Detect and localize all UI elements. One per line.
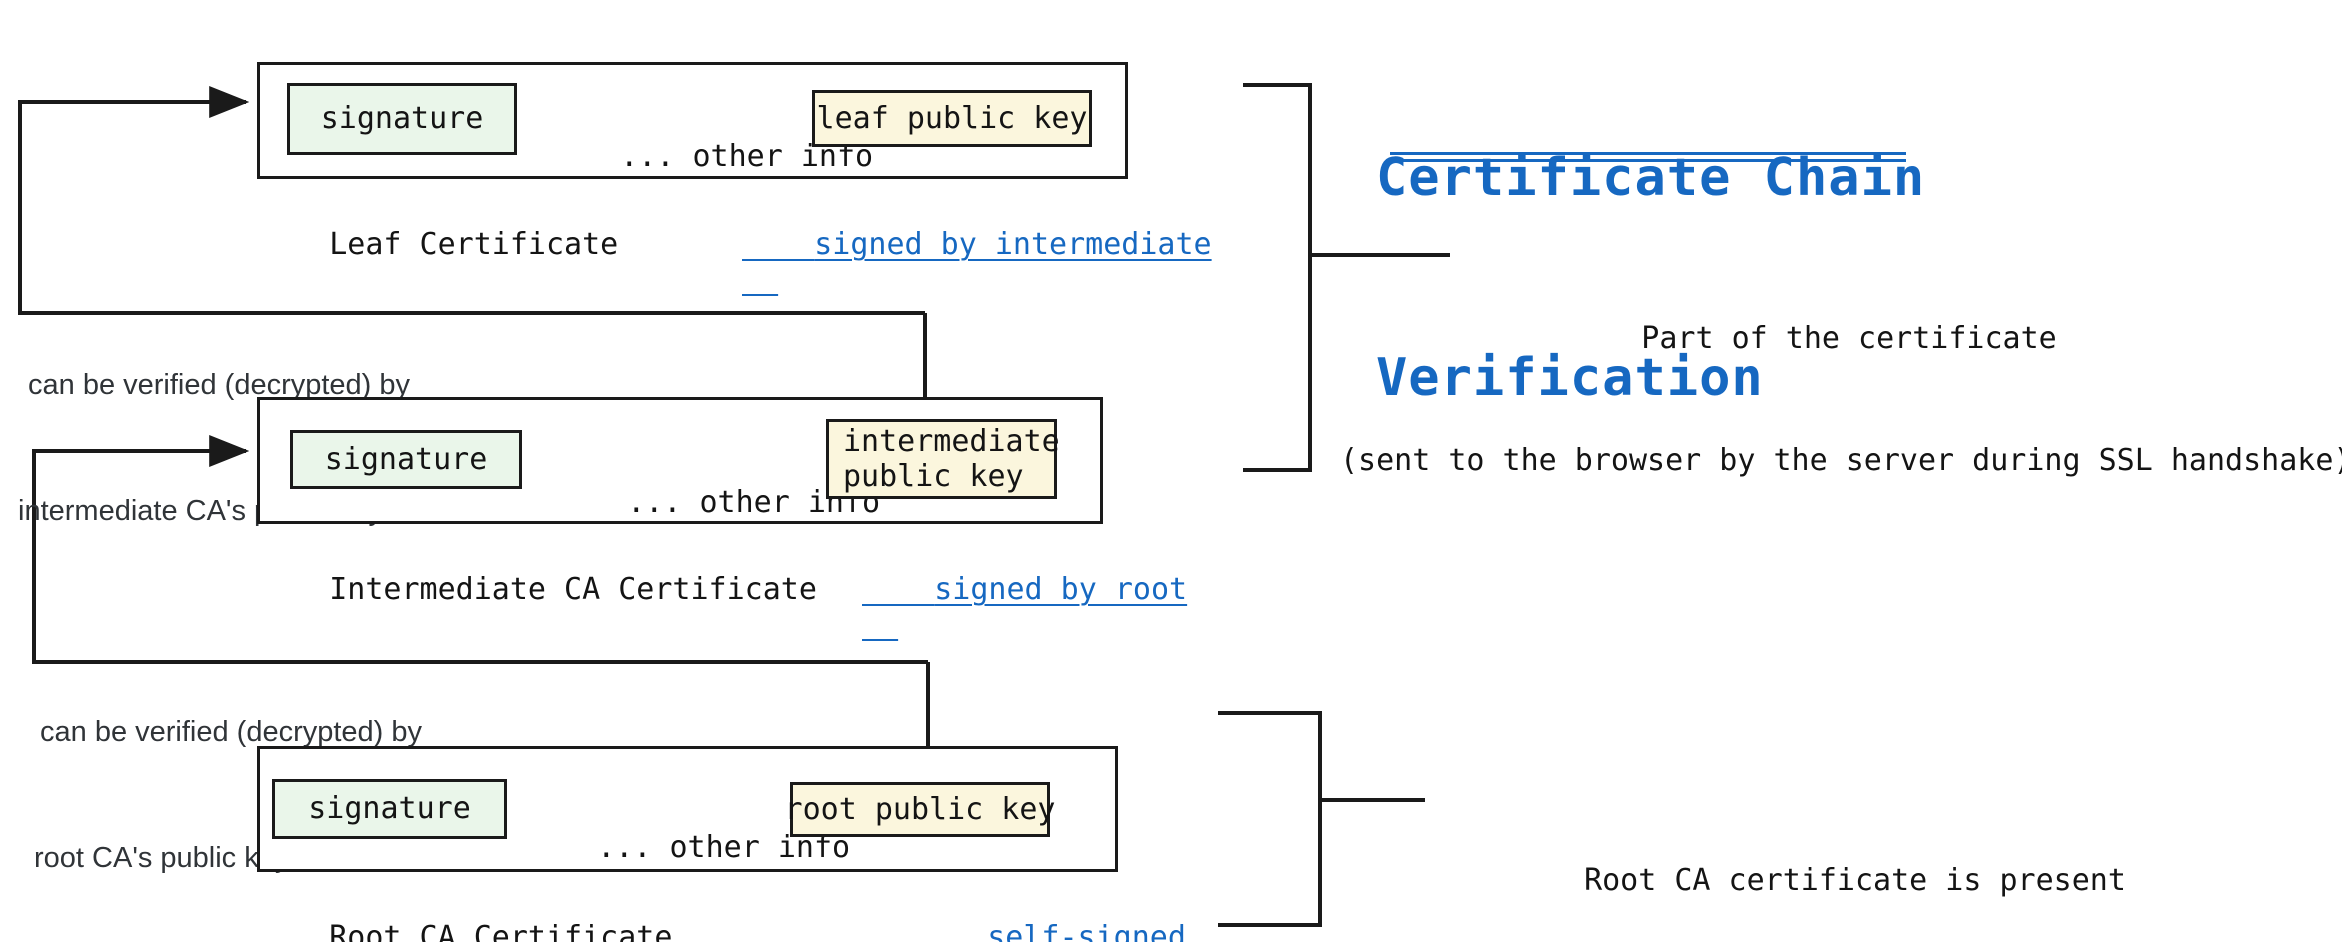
- part-of-certificate-line-2: (sent to the browser by the server durin…: [1340, 442, 2342, 478]
- part-of-certificate-annotation: Part of the certificate (sent to the bro…: [1340, 238, 2342, 562]
- root-signature-label: signature: [308, 791, 471, 827]
- leaf-public-key-label: leaf public key: [816, 100, 1088, 136]
- intermediate-signed-by-link-text: signed by root: [934, 572, 1188, 607]
- leaf-public-key-field: leaf public key: [812, 90, 1092, 147]
- leaf-signature-field: signature: [287, 83, 517, 155]
- root-certificate-caption: Root CA Certificate: [257, 885, 672, 942]
- part-of-certificate-line-1: Part of the certificate: [1641, 321, 2057, 356]
- root-public-key-field: root public key: [785, 782, 1055, 837]
- page-title-underline: [1390, 152, 1906, 162]
- leaf-signed-by-link[interactable]: signed by intermediate: [742, 192, 1212, 297]
- root-signature-field: signature: [272, 779, 507, 839]
- intermediate-public-key-field: intermediate public key: [826, 419, 1060, 499]
- root-signed-link-text: self-signed: [987, 920, 1186, 942]
- leaf-signature-label: signature: [320, 101, 484, 137]
- bracket-part-of-certificate: [1243, 83, 1312, 472]
- intermediate-public-key-line-1: intermediate: [843, 423, 1060, 459]
- intermediate-caption-text: Intermediate CA Certificate: [329, 572, 817, 607]
- intermediate-signature-field: signature: [290, 430, 522, 489]
- leaf-caption-text: Leaf Certificate: [329, 227, 619, 262]
- bracket-root-in-browser: [1218, 711, 1322, 927]
- root-in-browser-annotation: Root CA certificate is present in the cl…: [1440, 780, 2270, 942]
- root-public-key-label: root public key: [784, 791, 1056, 827]
- root-signed-link[interactable]: self-signed: [915, 885, 1186, 942]
- leaf-signed-by-link-text: signed by intermediate: [814, 227, 1212, 262]
- intermediate-signature-label: signature: [324, 441, 488, 477]
- diagram-canvas: Certificate Chain Verification signature…: [0, 0, 2342, 942]
- intermediate-signed-by-link[interactable]: signed by root: [862, 537, 1187, 642]
- root-in-browser-line-1: Root CA certificate is present: [1584, 863, 2126, 898]
- intermediate-public-key-line-2: public key: [843, 459, 1024, 494]
- root-caption-text: Root CA Certificate: [329, 920, 673, 942]
